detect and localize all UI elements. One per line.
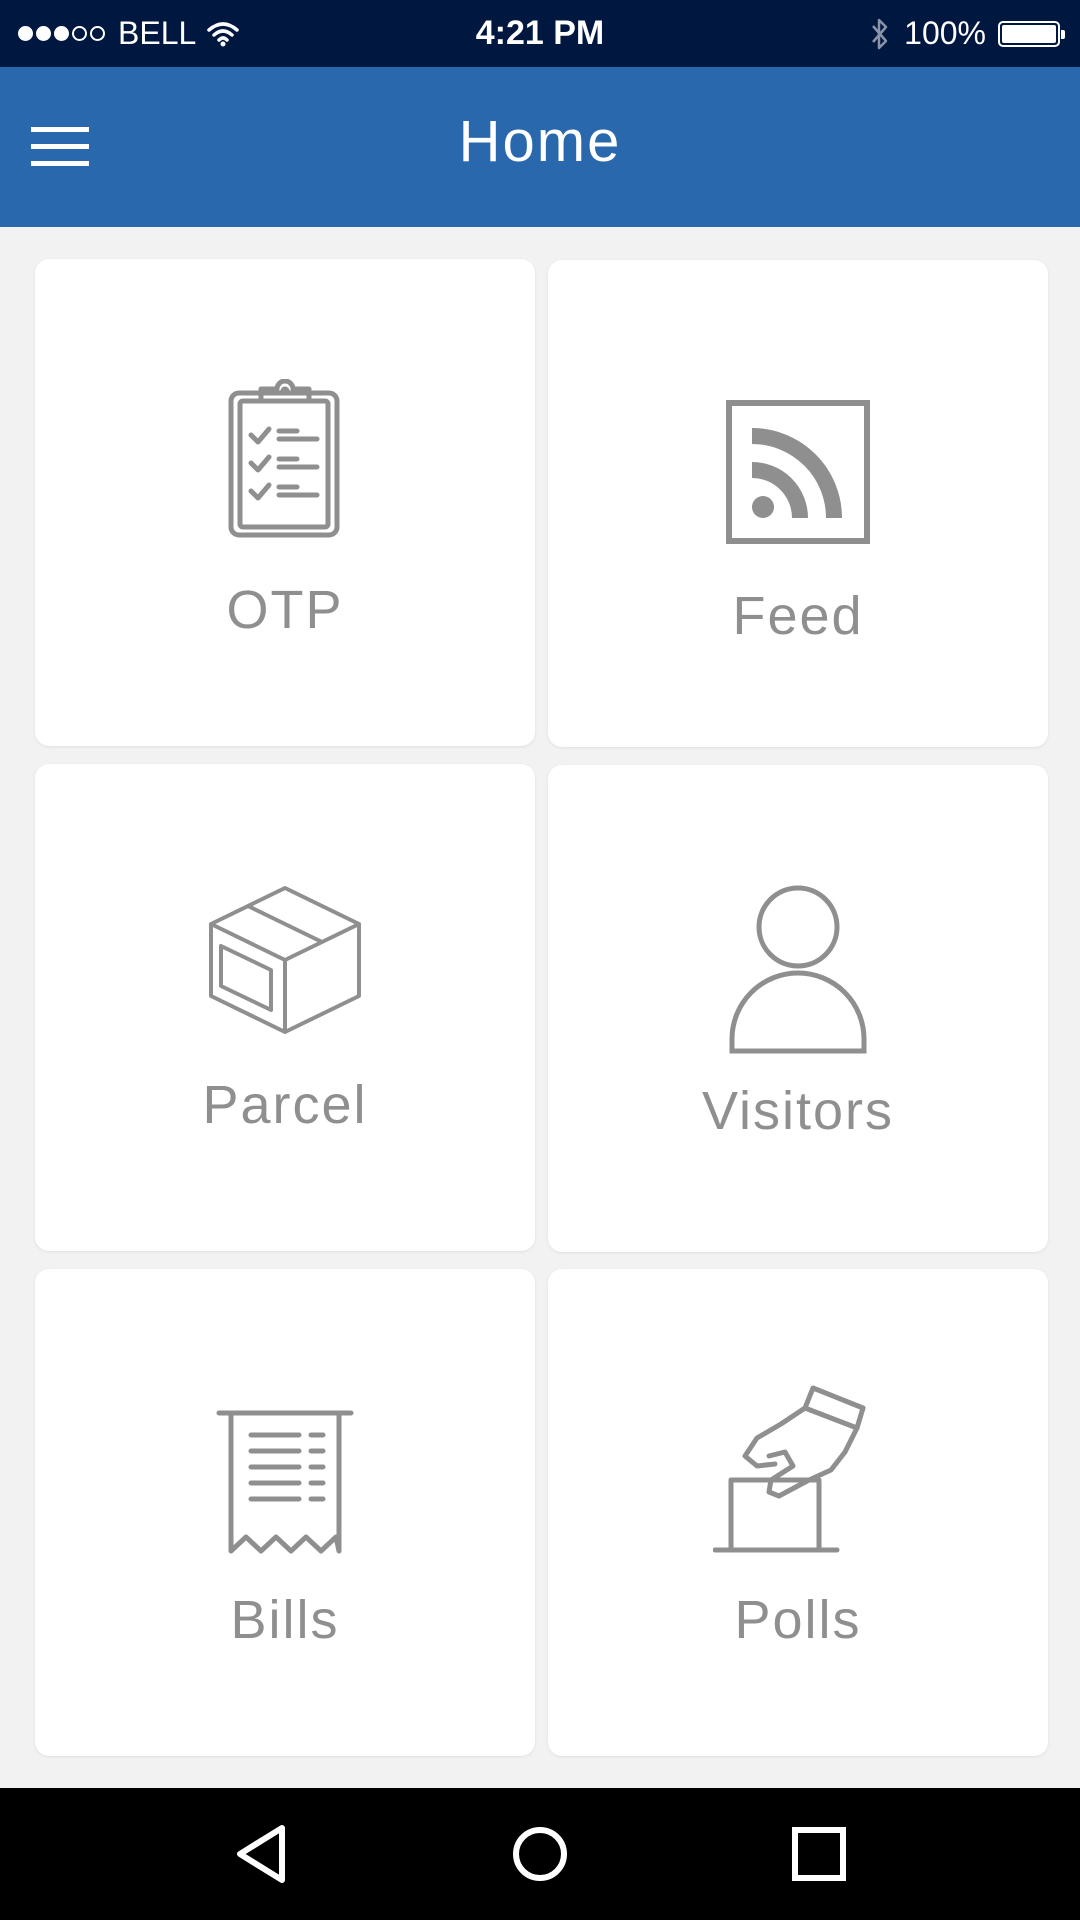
- tile-label: Visitors: [701, 1081, 895, 1141]
- app-bar: Home: [0, 67, 1080, 227]
- battery-percent: 100%: [904, 15, 986, 51]
- tile-visitors[interactable]: Visitors: [548, 765, 1048, 1252]
- tile-parcel[interactable]: Parcel: [35, 764, 535, 1251]
- recents-square-icon: [792, 1827, 846, 1881]
- ballot-box-vote-icon: [548, 1384, 1048, 1554]
- tile-label: Feed: [732, 586, 864, 646]
- page-title: Home: [458, 109, 622, 174]
- tile-otp[interactable]: OTP: [35, 259, 535, 746]
- tile-label: OTP: [226, 580, 344, 640]
- back-button[interactable]: [222, 1814, 302, 1894]
- tile-bills[interactable]: Bills: [35, 1269, 535, 1756]
- status-bar: BELL 4:21 PM 100%: [0, 0, 1080, 67]
- home-button[interactable]: [500, 1814, 580, 1894]
- battery-level: [1002, 24, 1056, 43]
- tile-label: Parcel: [202, 1075, 368, 1135]
- tile-feed[interactable]: Feed: [548, 260, 1048, 747]
- tile-label: Bills: [230, 1590, 340, 1650]
- parcel-box-icon: [35, 884, 535, 1040]
- bluetooth-icon: [870, 17, 890, 51]
- tile-label: Polls: [734, 1590, 862, 1650]
- back-triangle-icon: [237, 1825, 285, 1883]
- recents-button[interactable]: [779, 1814, 859, 1894]
- tile-polls[interactable]: Polls: [548, 1269, 1048, 1756]
- receipt-icon: [35, 1407, 535, 1557]
- clipboard-checklist-icon: [35, 379, 535, 539]
- status-right: 100%: [870, 0, 1065, 67]
- rss-feed-icon: [548, 400, 1048, 544]
- battery-icon: [998, 20, 1065, 47]
- navigation-bar: [0, 1788, 1080, 1920]
- home-circle-icon: [513, 1827, 567, 1881]
- person-icon: [548, 885, 1048, 1055]
